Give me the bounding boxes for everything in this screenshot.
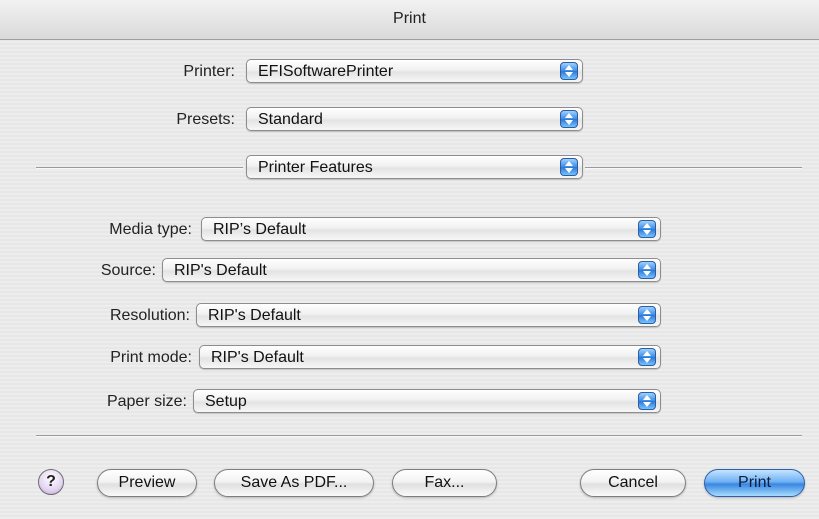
- popup-arrows-icon: [638, 392, 656, 410]
- media-type-popup[interactable]: RIP’s Default: [201, 217, 661, 241]
- printer-value: EFISoftwarePrinter: [258, 63, 394, 80]
- window-title: Print: [393, 10, 426, 27]
- separator-left: [36, 167, 243, 169]
- presets-label: Presets:: [176, 111, 235, 128]
- print-mode-label: Print mode:: [110, 349, 192, 366]
- paper-size-label: Paper size:: [106, 393, 187, 410]
- popup-arrows-icon: [638, 306, 656, 324]
- paper-size-value: Setup: [205, 393, 247, 410]
- popup-arrows-icon: [638, 261, 656, 279]
- popup-arrows-icon: [560, 110, 578, 128]
- resolution-label: Resolution:: [109, 307, 190, 324]
- print-mode-popup[interactable]: RIP's Default: [199, 345, 661, 369]
- pane-selector-popup[interactable]: Printer Features: [246, 155, 583, 179]
- print-button[interactable]: Print: [704, 469, 805, 497]
- pane-selector-value: Printer Features: [258, 159, 373, 176]
- popup-arrows-icon: [560, 62, 578, 80]
- cancel-button[interactable]: Cancel: [580, 469, 686, 497]
- resolution-popup[interactable]: RIP's Default: [196, 303, 661, 327]
- resolution-value: RIP's Default: [208, 307, 301, 324]
- fax-button[interactable]: Fax...: [392, 469, 497, 497]
- preview-button[interactable]: Preview: [97, 469, 197, 497]
- print-mode-value: RIP's Default: [211, 349, 304, 366]
- popup-arrows-icon: [638, 220, 656, 238]
- paper-size-popup[interactable]: Setup: [193, 389, 661, 413]
- source-value: RIP's Default: [174, 262, 267, 279]
- media-type-label: Media type:: [109, 221, 192, 238]
- presets-value: Standard: [258, 111, 323, 128]
- popup-arrows-icon: [638, 348, 656, 366]
- media-type-value: RIP’s Default: [213, 221, 307, 238]
- printer-label: Printer:: [183, 63, 235, 80]
- printer-popup[interactable]: EFISoftwarePrinter: [246, 59, 583, 83]
- title-bar: Print: [0, 0, 819, 40]
- save-as-pdf-button[interactable]: Save As PDF...: [214, 469, 374, 497]
- popup-arrows-icon: [560, 158, 578, 176]
- source-label: Source:: [100, 262, 156, 279]
- help-button[interactable]: ?: [38, 469, 64, 495]
- source-popup[interactable]: RIP's Default: [162, 258, 661, 282]
- presets-popup[interactable]: Standard: [246, 107, 583, 131]
- separator-right: [585, 167, 802, 169]
- bottom-separator: [36, 435, 802, 437]
